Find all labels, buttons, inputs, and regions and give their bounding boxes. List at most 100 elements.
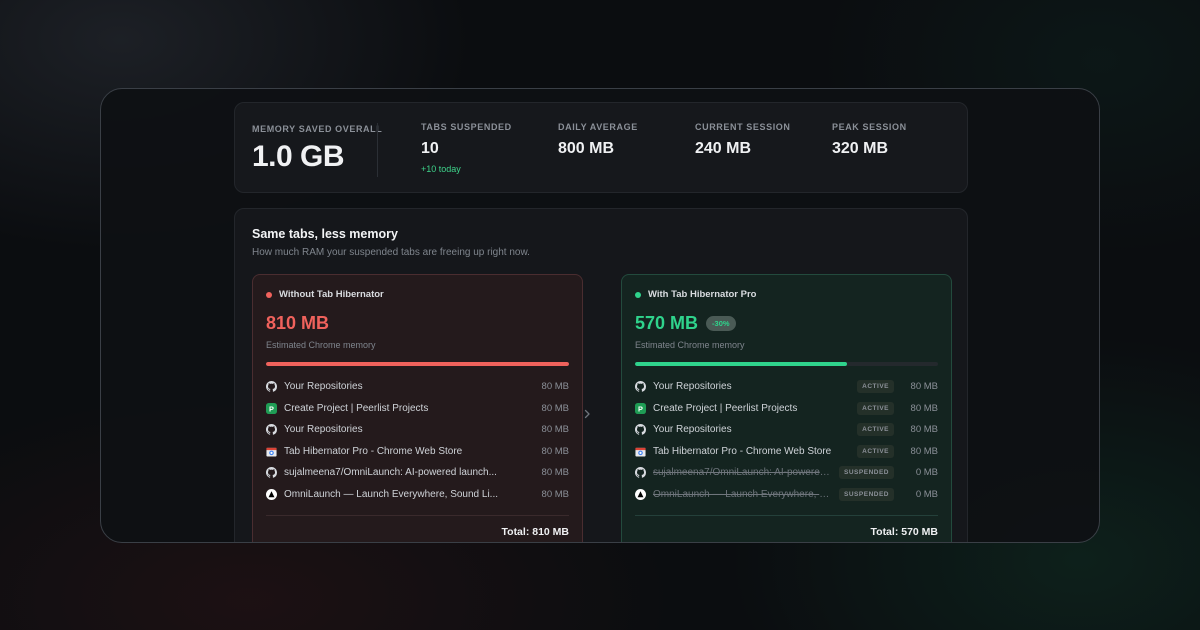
stat-daily-average: DAILY AVERAGE 800 MB — [558, 122, 638, 158]
stat-value: 240 MB — [695, 140, 752, 157]
amount-row: 570 MB -30% — [635, 313, 938, 334]
stat-value: 10 — [421, 140, 439, 157]
github-icon — [266, 424, 277, 436]
tab-status-badge: ACTIVE — [857, 401, 894, 415]
tab-row: Your Repositories 80 MB — [266, 419, 569, 441]
memory-amount: 570 MB — [635, 313, 699, 333]
tab-status-badge: ACTIVE — [857, 423, 894, 437]
tab-row: P Create Project | Peerlist Projects ACTIV… — [635, 398, 938, 420]
tab-title: sujalmeena7/OmniLaunch: AI-powered launc… — [284, 467, 497, 479]
stat-value: 800 MB — [558, 140, 615, 157]
tab-status-badge: ACTIVE — [857, 380, 894, 394]
tab-memory: 80 MB — [910, 445, 938, 457]
divider — [266, 515, 569, 516]
tab-title: Create Project | Peerlist Projects — [653, 402, 798, 414]
github-icon — [266, 467, 277, 479]
tab-memory: 80 MB — [541, 488, 569, 500]
stat-current-session: CURRENT SESSION 240 MB — [695, 122, 791, 158]
svg-text:P: P — [269, 404, 274, 413]
stat-memory-saved: MEMORY SAVED OVERALL 1.0 GB — [252, 124, 382, 174]
stat-value: 1.0 GB — [252, 140, 345, 173]
tab-row: sujalmeena7/OmniLaunch: AI-powered launc… — [266, 462, 569, 484]
tab-row: Your Repositories ACTIVE 80 MB — [635, 419, 938, 441]
amount-caption: Estimated Chrome memory — [635, 340, 745, 350]
stat-label: TABS SUSPENDED — [421, 122, 512, 132]
tab-memory: 0 MB — [915, 467, 938, 479]
status-dot-icon — [635, 291, 641, 298]
omnilaunch-icon — [635, 488, 646, 500]
tab-row: Tab Hibernator Pro - Chrome Web Store 80 … — [266, 441, 569, 463]
stat-label: PEAK SESSION — [832, 122, 907, 132]
stat-value: 320 MB — [832, 140, 889, 157]
tab-memory: 80 MB — [541, 424, 569, 436]
amount-caption: Estimated Chrome memory — [266, 340, 376, 350]
stat-peak-session: PEAK SESSION 320 MB — [832, 122, 907, 158]
tab-memory: 80 MB — [910, 381, 938, 393]
total-label: Total: 570 MB — [870, 526, 938, 538]
peerlist-icon: P — [635, 402, 646, 414]
stats-bar: MEMORY SAVED OVERALL 1.0 GB TABS SUSPEND… — [234, 102, 968, 193]
tab-title: OmniLaunch — Launch Everywhere, Sound Li… — [284, 488, 499, 500]
tab-status-badge: SUSPENDED — [839, 466, 894, 480]
tab-list: Your Repositories ACTIVE 80 MB P Create Proj… — [635, 376, 938, 505]
github-icon — [635, 424, 646, 436]
github-icon — [635, 381, 646, 393]
memory-bar-fill — [635, 362, 848, 366]
divider — [635, 515, 938, 516]
without-card: Without Tab Hibernator 810 MB Estimated … — [252, 274, 583, 542]
comparison-panel: Same tabs, less memory How much RAM your… — [234, 208, 968, 542]
tab-title: Create Project | Peerlist Projects — [284, 402, 429, 414]
stat-delta: +10 today — [421, 164, 461, 174]
chrome-web-store-icon — [266, 446, 277, 457]
stat-tabs-suspended: TABS SUSPENDED 10 +10 today — [421, 122, 512, 174]
omnilaunch-icon — [266, 488, 277, 500]
card-heading: Without Tab Hibernator — [266, 289, 569, 300]
tab-row: sujalmeena7/OmniLaunch: AI-powered la...… — [635, 462, 938, 484]
tab-memory: 80 MB — [541, 381, 569, 393]
total-label: Total: 810 MB — [501, 526, 569, 538]
tab-title: Your Repositories — [284, 424, 363, 436]
stat-label: CURRENT SESSION — [695, 122, 791, 132]
app-window: MEMORY SAVED OVERALL 1.0 GB TABS SUSPEND… — [100, 88, 1100, 543]
tab-list: Your Repositories 80 MB P Create Project | … — [266, 376, 569, 505]
tab-row: OmniLaunch — Launch Everywhere, Sound Li… — [266, 484, 569, 506]
chrome-web-store-icon — [635, 446, 646, 457]
tab-memory: 80 MB — [541, 467, 569, 479]
panel-title: Same tabs, less memory — [252, 227, 398, 241]
memory-bar — [266, 362, 569, 366]
tab-title: Tab Hibernator Pro - Chrome Web Store — [653, 445, 832, 457]
svg-text:P: P — [638, 404, 643, 413]
tab-memory: 80 MB — [541, 445, 569, 457]
tab-title: Your Repositories — [653, 424, 732, 436]
tab-memory: 80 MB — [541, 402, 569, 414]
memory-bar — [635, 362, 938, 366]
card-heading-label: Without Tab Hibernator — [279, 289, 384, 300]
memory-amount: 810 MB — [266, 313, 330, 333]
tab-row: Tab Hibernator Pro - Chrome Web Store ACT… — [635, 441, 938, 463]
tab-memory: 80 MB — [910, 424, 938, 436]
memory-bar-fill — [266, 362, 569, 366]
stat-label: DAILY AVERAGE — [558, 122, 638, 132]
tab-memory: 80 MB — [910, 402, 938, 414]
tab-row: Your Repositories ACTIVE 80 MB — [635, 376, 938, 398]
tab-row: OmniLaunch — Launch Everywhere, Sou... SU… — [635, 484, 938, 506]
tab-status-badge: ACTIVE — [857, 444, 894, 458]
card-heading-label: With Tab Hibernator Pro — [648, 289, 757, 300]
panel-subtitle: How much RAM your suspended tabs are fre… — [252, 247, 530, 258]
status-dot-icon — [266, 291, 272, 298]
tab-title: Your Repositories — [653, 381, 732, 393]
chevron-right-icon — [579, 406, 595, 422]
tab-row: Your Repositories 80 MB — [266, 376, 569, 398]
tab-title: OmniLaunch — Launch Everywhere, Sou... — [653, 488, 832, 500]
tab-status-badge: SUSPENDED — [839, 487, 894, 501]
tab-row: P Create Project | Peerlist Projects 80 MB — [266, 398, 569, 420]
tab-title: sujalmeena7/OmniLaunch: AI-powered la... — [653, 467, 832, 479]
amount-row: 810 MB — [266, 313, 569, 334]
tab-title: Tab Hibernator Pro - Chrome Web Store — [284, 445, 463, 457]
peerlist-icon: P — [266, 402, 277, 414]
card-heading: With Tab Hibernator Pro — [635, 289, 938, 300]
tab-title: Your Repositories — [284, 381, 363, 393]
github-icon — [266, 381, 277, 393]
stat-label: MEMORY SAVED OVERALL — [252, 124, 383, 134]
tab-memory: 0 MB — [915, 488, 938, 500]
